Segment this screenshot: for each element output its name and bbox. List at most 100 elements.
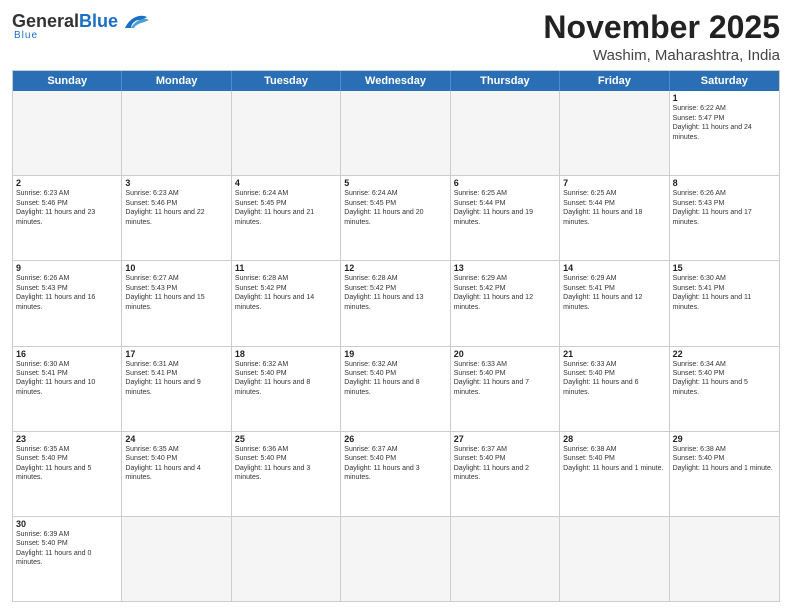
day-info: Sunrise: 6:25 AM Sunset: 5:44 PM Dayligh… [454, 189, 556, 227]
day-number: 15 [673, 263, 776, 273]
day-number: 12 [344, 263, 446, 273]
day-number: 6 [454, 178, 556, 188]
cal-cell-15: 15Sunrise: 6:30 AM Sunset: 5:41 PM Dayli… [670, 261, 779, 345]
cal-cell-18: 18Sunrise: 6:32 AM Sunset: 5:40 PM Dayli… [232, 347, 341, 431]
day-number: 28 [563, 434, 665, 444]
day-number: 21 [563, 349, 665, 359]
day-info: Sunrise: 6:39 AM Sunset: 5:40 PM Dayligh… [16, 530, 118, 568]
day-info: Sunrise: 6:23 AM Sunset: 5:46 PM Dayligh… [16, 189, 118, 227]
cal-header-wednesday: Wednesday [341, 71, 450, 91]
cal-cell-26: 26Sunrise: 6:37 AM Sunset: 5:40 PM Dayli… [341, 432, 450, 516]
day-info: Sunrise: 6:30 AM Sunset: 5:41 PM Dayligh… [673, 274, 776, 312]
cal-cell-25: 25Sunrise: 6:36 AM Sunset: 5:40 PM Dayli… [232, 432, 341, 516]
cal-cell-5: 5Sunrise: 6:24 AM Sunset: 5:45 PM Daylig… [341, 176, 450, 260]
cal-cell-empty-0-0 [13, 91, 122, 175]
day-number: 8 [673, 178, 776, 188]
day-info: Sunrise: 6:23 AM Sunset: 5:46 PM Dayligh… [125, 189, 227, 227]
day-number: 20 [454, 349, 556, 359]
cal-cell-3: 3Sunrise: 6:23 AM Sunset: 5:46 PM Daylig… [122, 176, 231, 260]
day-info: Sunrise: 6:32 AM Sunset: 5:40 PM Dayligh… [235, 360, 337, 398]
day-number: 29 [673, 434, 776, 444]
title-area: November 2025 Washim, Maharashtra, India [543, 10, 780, 64]
cal-cell-4: 4Sunrise: 6:24 AM Sunset: 5:45 PM Daylig… [232, 176, 341, 260]
day-number: 1 [673, 93, 776, 103]
day-info: Sunrise: 6:34 AM Sunset: 5:40 PM Dayligh… [673, 360, 776, 398]
day-number: 4 [235, 178, 337, 188]
cal-cell-19: 19Sunrise: 6:32 AM Sunset: 5:40 PM Dayli… [341, 347, 450, 431]
day-number: 9 [16, 263, 118, 273]
cal-cell-29: 29Sunrise: 6:38 AM Sunset: 5:40 PM Dayli… [670, 432, 779, 516]
day-info: Sunrise: 6:27 AM Sunset: 5:43 PM Dayligh… [125, 274, 227, 312]
day-info: Sunrise: 6:33 AM Sunset: 5:40 PM Dayligh… [563, 360, 665, 398]
cal-cell-1: 1Sunrise: 6:22 AM Sunset: 5:47 PM Daylig… [670, 91, 779, 175]
day-number: 7 [563, 178, 665, 188]
header: General Blue Blue November 2025 Washim, … [12, 10, 780, 64]
day-info: Sunrise: 6:37 AM Sunset: 5:40 PM Dayligh… [454, 445, 556, 483]
day-number: 16 [16, 349, 118, 359]
cal-header-thursday: Thursday [451, 71, 560, 91]
cal-week-2: 9Sunrise: 6:26 AM Sunset: 5:43 PM Daylig… [13, 261, 779, 346]
logo: General Blue Blue [12, 10, 149, 41]
cal-week-3: 16Sunrise: 6:30 AM Sunset: 5:41 PM Dayli… [13, 347, 779, 432]
day-info: Sunrise: 6:26 AM Sunset: 5:43 PM Dayligh… [16, 274, 118, 312]
cal-cell-23: 23Sunrise: 6:35 AM Sunset: 5:40 PM Dayli… [13, 432, 122, 516]
cal-week-0: 1Sunrise: 6:22 AM Sunset: 5:47 PM Daylig… [13, 91, 779, 176]
day-info: Sunrise: 6:37 AM Sunset: 5:40 PM Dayligh… [344, 445, 446, 483]
day-info: Sunrise: 6:30 AM Sunset: 5:41 PM Dayligh… [16, 360, 118, 398]
day-number: 3 [125, 178, 227, 188]
day-info: Sunrise: 6:29 AM Sunset: 5:42 PM Dayligh… [454, 274, 556, 312]
day-info: Sunrise: 6:29 AM Sunset: 5:41 PM Dayligh… [563, 274, 665, 312]
day-number: 2 [16, 178, 118, 188]
calendar-header: SundayMondayTuesdayWednesdayThursdayFrid… [13, 71, 779, 91]
logo-blue-text: Blue [79, 11, 118, 32]
day-info: Sunrise: 6:28 AM Sunset: 5:42 PM Dayligh… [344, 274, 446, 312]
day-number: 27 [454, 434, 556, 444]
day-number: 17 [125, 349, 227, 359]
cal-cell-13: 13Sunrise: 6:29 AM Sunset: 5:42 PM Dayli… [451, 261, 560, 345]
cal-cell-empty-0-3 [341, 91, 450, 175]
day-info: Sunrise: 6:25 AM Sunset: 5:44 PM Dayligh… [563, 189, 665, 227]
cal-cell-14: 14Sunrise: 6:29 AM Sunset: 5:41 PM Dayli… [560, 261, 669, 345]
day-info: Sunrise: 6:26 AM Sunset: 5:43 PM Dayligh… [673, 189, 776, 227]
cal-cell-9: 9Sunrise: 6:26 AM Sunset: 5:43 PM Daylig… [13, 261, 122, 345]
day-info: Sunrise: 6:24 AM Sunset: 5:45 PM Dayligh… [344, 189, 446, 227]
logo-tagline: Blue [12, 30, 38, 41]
cal-cell-16: 16Sunrise: 6:30 AM Sunset: 5:41 PM Dayli… [13, 347, 122, 431]
day-info: Sunrise: 6:35 AM Sunset: 5:40 PM Dayligh… [125, 445, 227, 483]
day-info: Sunrise: 6:22 AM Sunset: 5:47 PM Dayligh… [673, 104, 776, 142]
calendar: SundayMondayTuesdayWednesdayThursdayFrid… [12, 70, 780, 602]
cal-cell-28: 28Sunrise: 6:38 AM Sunset: 5:40 PM Dayli… [560, 432, 669, 516]
cal-cell-8: 8Sunrise: 6:26 AM Sunset: 5:43 PM Daylig… [670, 176, 779, 260]
cal-cell-empty-0-5 [560, 91, 669, 175]
cal-week-1: 2Sunrise: 6:23 AM Sunset: 5:46 PM Daylig… [13, 176, 779, 261]
logo-bird-icon [121, 10, 149, 32]
day-number: 25 [235, 434, 337, 444]
main-title: November 2025 [543, 10, 780, 45]
day-number: 23 [16, 434, 118, 444]
cal-cell-2: 2Sunrise: 6:23 AM Sunset: 5:46 PM Daylig… [13, 176, 122, 260]
cal-cell-empty-5-2 [232, 517, 341, 601]
day-number: 18 [235, 349, 337, 359]
cal-cell-empty-0-1 [122, 91, 231, 175]
cal-cell-30: 30Sunrise: 6:39 AM Sunset: 5:40 PM Dayli… [13, 517, 122, 601]
day-info: Sunrise: 6:36 AM Sunset: 5:40 PM Dayligh… [235, 445, 337, 483]
day-number: 5 [344, 178, 446, 188]
calendar-body: 1Sunrise: 6:22 AM Sunset: 5:47 PM Daylig… [13, 91, 779, 601]
day-info: Sunrise: 6:33 AM Sunset: 5:40 PM Dayligh… [454, 360, 556, 398]
cal-header-sunday: Sunday [13, 71, 122, 91]
page: General Blue Blue November 2025 Washim, … [0, 0, 792, 612]
cal-header-tuesday: Tuesday [232, 71, 341, 91]
day-number: 19 [344, 349, 446, 359]
logo-text: General Blue [12, 10, 149, 32]
cal-cell-10: 10Sunrise: 6:27 AM Sunset: 5:43 PM Dayli… [122, 261, 231, 345]
cal-week-4: 23 Sunrise: 6:35 AM Sunset: 5:40 PM Dayli… [13, 432, 779, 517]
cal-cell-22: 22Sunrise: 6:34 AM Sunset: 5:40 PM Dayli… [670, 347, 779, 431]
cal-cell-7: 7Sunrise: 6:25 AM Sunset: 5:44 PM Daylig… [560, 176, 669, 260]
day-number: 24 [125, 434, 227, 444]
day-info: Sunrise: 6:38 AM Sunset: 5:40 PM Dayligh… [563, 445, 665, 473]
subtitle: Washim, Maharashtra, India [543, 47, 780, 64]
day-number: 26 [344, 434, 446, 444]
day-number: 14 [563, 263, 665, 273]
cal-cell-24: 24Sunrise: 6:35 AM Sunset: 5:40 PM Dayli… [122, 432, 231, 516]
cal-cell-empty-5-1 [122, 517, 231, 601]
